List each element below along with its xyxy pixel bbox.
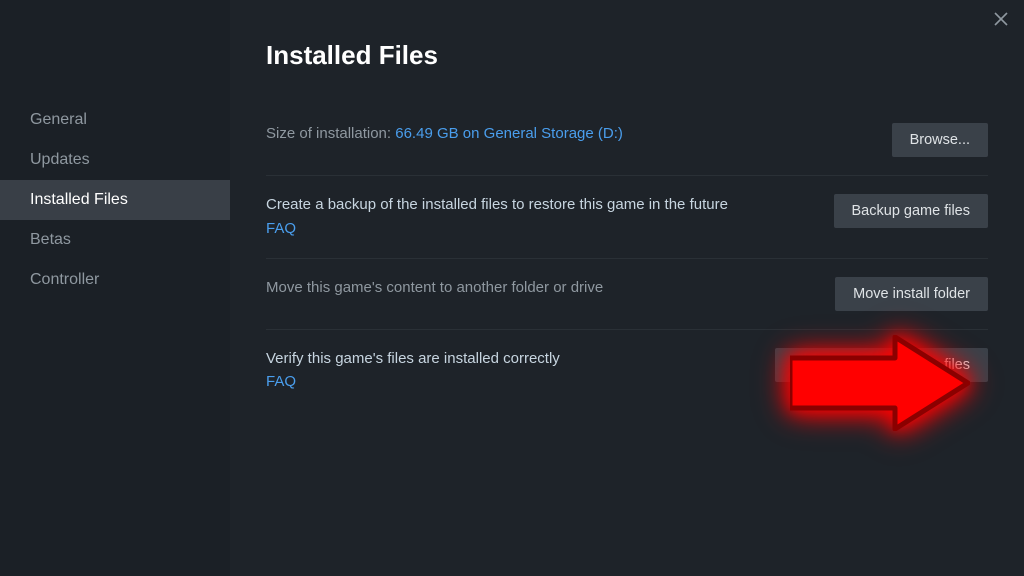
row-install-size: Size of installation: 66.49 GB on Genera… [266,123,988,176]
page-title: Installed Files [266,40,988,71]
move-install-folder-button[interactable]: Move install folder [835,277,988,311]
install-size-value[interactable]: 66.49 GB on General Storage (D:) [395,125,623,142]
verify-faq-link[interactable]: FAQ [266,371,296,393]
sidebar-item-updates[interactable]: Updates [0,140,230,180]
verify-desc: Verify this game's files are installed c… [266,350,560,367]
move-desc: Move this game's content to another fold… [266,277,603,299]
verify-integrity-button[interactable]: Verify integrity of game files [775,348,988,382]
backup-text-block: Create a backup of the installed files t… [266,194,728,240]
browse-button[interactable]: Browse... [892,123,988,157]
sidebar-item-controller[interactable]: Controller [0,260,230,300]
main-panel: Installed Files Size of installation: 66… [230,0,1024,576]
row-move: Move this game's content to another fold… [266,259,988,330]
backup-game-files-button[interactable]: Backup game files [834,194,988,228]
row-backup: Create a backup of the installed files t… [266,176,988,259]
verify-text-block: Verify this game's files are installed c… [266,348,560,394]
sidebar-item-betas[interactable]: Betas [0,220,230,260]
sidebar-item-installed-files[interactable]: Installed Files [0,180,230,220]
install-size-text: Size of installation: 66.49 GB on Genera… [266,123,623,145]
backup-faq-link[interactable]: FAQ [266,218,296,240]
backup-desc: Create a backup of the installed files t… [266,196,728,213]
sidebar-item-general[interactable]: General [0,100,230,140]
sidebar: General Updates Installed Files Betas Co… [0,0,230,576]
row-verify: Verify this game's files are installed c… [266,330,988,412]
install-size-label: Size of installation: [266,125,395,142]
